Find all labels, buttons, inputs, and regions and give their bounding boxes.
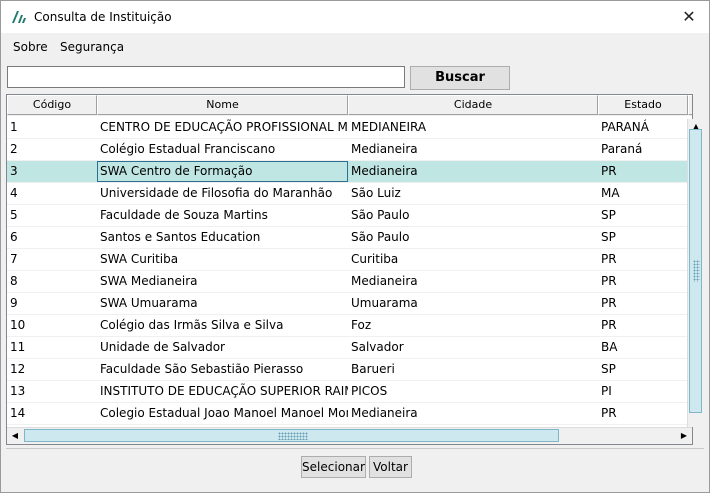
table-row[interactable]: 11Unidade de SalvadorSalvadorBAS (7, 337, 692, 359)
select-button[interactable]: Selecionar (301, 456, 366, 478)
cell-codigo[interactable]: 4 (7, 183, 97, 204)
menu-bar: Sobre Segurança (1, 35, 709, 59)
cell-estado[interactable]: SP (598, 359, 688, 380)
cell-nome[interactable]: Santos e Santos Education (97, 227, 348, 248)
cell-estado[interactable]: PARANÁ (598, 117, 688, 138)
results-table[interactable]: Código Nome Cidade Estado 1 CENTRO DE EDU… (6, 94, 693, 445)
cell-cidade[interactable]: Umuarama (348, 293, 598, 314)
cell-cidade[interactable]: Medianeira (348, 139, 598, 160)
cell-nome[interactable]: Colégio Estadual Franciscano (97, 139, 348, 160)
grip-icon (278, 432, 308, 440)
cell-cidade[interactable]: Salvador (348, 337, 598, 358)
table-row[interactable]: 5Faculdade de Souza MartinsSão PauloSPS (7, 205, 692, 227)
table-row[interactable]: 10 Colégio das Irmãs Silva e Silva Foz PR (7, 315, 692, 337)
table-row[interactable]: 14 Colegio Estadual Joao Manoel Manoel Mo… (7, 403, 692, 425)
cell-nome[interactable]: CENTRO DE EDUCAÇÃO PROFISSIONAL MEDIANEI… (97, 117, 348, 138)
app-logo-icon (12, 11, 26, 23)
cell-cidade[interactable]: MEDIANEIRA (348, 117, 598, 138)
table-row[interactable]: 6Santos e Santos EducationSão PauloSPS (7, 227, 692, 249)
cell-estado[interactable]: BA (598, 337, 688, 358)
cell-cidade[interactable]: Foz (348, 315, 598, 336)
cell-estado[interactable]: SP (598, 205, 688, 226)
column-header-nome[interactable]: Nome (97, 95, 348, 115)
cell-estado[interactable]: SP (598, 227, 688, 248)
cell-codigo[interactable]: 8 (7, 271, 97, 292)
cell-estado[interactable]: PR (598, 315, 688, 336)
cell-nome[interactable]: Colegio Estadual Joao Manoel Manoel Mond… (97, 403, 348, 424)
table-row[interactable]: 12 Faculdade São Sebastião Pierasso Baruer… (7, 359, 692, 381)
cell-cidade[interactable]: São Paulo (348, 227, 598, 248)
table-row[interactable]: 13INSTITUTO DE EDUCAÇÃO SUPERIOR RAIMUND… (7, 381, 692, 403)
cell-estado[interactable]: MA (598, 183, 688, 204)
cell-estado[interactable]: PR (598, 403, 688, 424)
cell-cidade[interactable]: São Paulo (348, 205, 598, 226)
cell-nome[interactable]: SWA Curitiba (97, 249, 348, 270)
cell-nome[interactable]: Faculdade de Souza Martins (97, 205, 348, 226)
table-header: Código Nome Cidade Estado (7, 95, 692, 116)
cell-nome[interactable]: SWA Medianeira (97, 271, 348, 292)
cell-codigo[interactable]: 5 (7, 205, 97, 226)
window-title: Consulta de Instituição (34, 10, 172, 24)
cell-cidade[interactable]: Medianeira (348, 271, 598, 292)
table-row[interactable]: 2 Colégio Estadual Franciscano Medianeira P… (7, 139, 692, 161)
menu-item-seguranca[interactable]: Segurança (60, 40, 124, 54)
search-button[interactable]: Buscar (410, 66, 510, 90)
table-row[interactable]: 3SWA Centro de FormaçãoMedianeiraPRI (7, 161, 692, 183)
cell-nome[interactable]: Faculdade São Sebastião Pierasso (97, 359, 348, 380)
cell-codigo[interactable]: 7 (7, 249, 97, 270)
cell-estado[interactable]: PR (598, 271, 688, 292)
cell-codigo[interactable]: 9 (7, 293, 97, 314)
close-icon: ✕ (682, 7, 696, 26)
grip-icon (693, 260, 700, 282)
cell-codigo[interactable]: 14 (7, 403, 97, 424)
cell-nome[interactable]: Unidade de Salvador (97, 337, 348, 358)
cell-estado[interactable]: PR (598, 249, 688, 270)
dialog-window: Consulta de Instituição ✕ Sobre Seguranç… (0, 0, 710, 493)
menu-item-sobre[interactable]: Sobre (13, 40, 48, 54)
cell-nome[interactable]: Colégio das Irmãs Silva e Silva (97, 315, 348, 336)
cell-cidade[interactable]: Curitiba (348, 249, 598, 270)
cell-codigo[interactable]: 3 (7, 161, 97, 182)
cell-estado[interactable]: PI (598, 381, 688, 402)
scroll-right-icon[interactable]: ▶ (677, 429, 691, 443)
cell-nome[interactable]: Universidade de Filosofia do Maranhão (97, 183, 348, 204)
cell-codigo[interactable]: 2 (7, 139, 97, 160)
cell-cidade[interactable]: Medianeira (348, 161, 598, 182)
table-row[interactable]: 4 Universidade de Filosofia do Maranhão Sã… (7, 183, 692, 205)
back-button[interactable]: Voltar (369, 456, 412, 478)
cell-codigo[interactable]: 12 (7, 359, 97, 380)
cell-estado[interactable]: PR (598, 161, 688, 182)
column-header-extra (688, 95, 692, 115)
cell-nome[interactable]: INSTITUTO DE EDUCAÇÃO SUPERIOR RAIMUNDO … (97, 381, 348, 402)
table-row[interactable]: 8SWA MedianeiraMedianeiraPRI (7, 271, 692, 293)
column-header-codigo[interactable]: Código (7, 95, 97, 115)
title-bar[interactable]: Consulta de Instituição ✕ (1, 1, 709, 33)
cell-estado[interactable]: PR (598, 293, 688, 314)
footer-divider (6, 448, 704, 449)
cell-nome[interactable]: SWA Umuarama (97, 293, 348, 314)
table-row[interactable]: 7SWA CuritibaCuritibaPRC (7, 249, 692, 271)
cell-codigo[interactable]: 1 (7, 117, 97, 138)
cell-nome[interactable]: SWA Centro de Formação (97, 161, 348, 182)
cell-cidade[interactable]: São Luiz (348, 183, 598, 204)
cell-codigo[interactable]: 10 (7, 315, 97, 336)
vertical-scroll-thumb[interactable] (689, 129, 702, 413)
cell-estado[interactable]: Paraná (598, 139, 688, 160)
table-row[interactable]: 1CENTRO DE EDUCAÇÃO PROFISSIONAL MEDIANE… (7, 117, 692, 139)
table-row[interactable]: 9SWA UmuaramaUmuaramaPRI (7, 293, 692, 315)
cell-codigo[interactable]: 6 (7, 227, 97, 248)
cell-codigo[interactable]: 13 (7, 381, 97, 402)
cell-cidade[interactable]: PICOS (348, 381, 598, 402)
search-input[interactable] (7, 66, 405, 88)
horizontal-scroll-thumb[interactable] (24, 429, 559, 442)
cell-cidade[interactable]: Barueri (348, 359, 598, 380)
scroll-left-icon[interactable]: ◀ (8, 429, 22, 443)
close-button[interactable]: ✕ (669, 1, 709, 33)
table-body: 1CENTRO DE EDUCAÇÃO PROFISSIONAL MEDIANE… (7, 117, 692, 425)
column-header-cidade[interactable]: Cidade (348, 95, 598, 115)
cell-codigo[interactable]: 11 (7, 337, 97, 358)
cell-cidade[interactable]: Medianeira (348, 403, 598, 424)
column-header-estado[interactable]: Estado (598, 95, 688, 115)
